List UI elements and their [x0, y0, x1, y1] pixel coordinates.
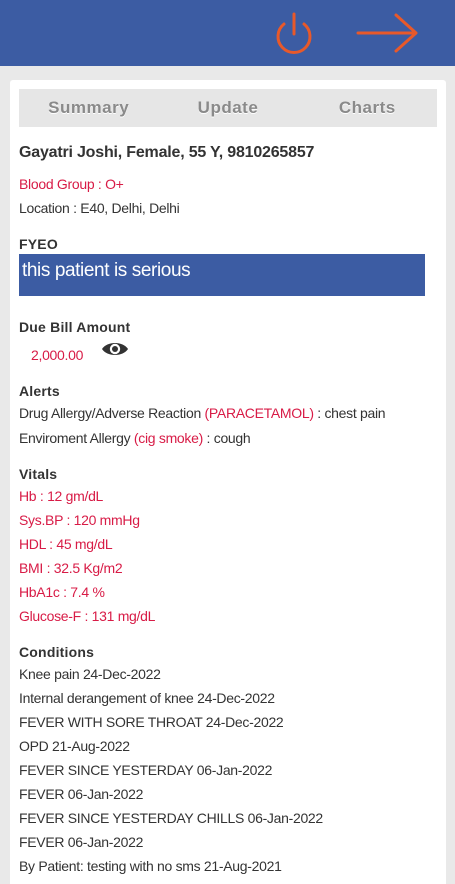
tab-charts[interactable]: Charts: [298, 89, 437, 127]
blood-group: Blood Group : O+: [19, 176, 124, 192]
condition-item: FEVER WITH SORE THROAT 24-Dec-2022: [19, 714, 284, 730]
condition-item: FEVER 06-Jan-2022: [19, 834, 144, 850]
due-bill-amount: 2,000.00: [31, 347, 84, 363]
location: Location : E40, Delhi, Delhi: [19, 200, 180, 216]
condition-item: OPD 21-Aug-2022: [19, 738, 130, 754]
alert-reaction: : cough: [202, 430, 251, 446]
vital-item: BMI : 32.5 Kg/m2: [19, 560, 123, 576]
vital-item: Sys.BP : 120 mmHg: [19, 512, 140, 528]
vital-item: HDL : 45 mg/dL: [19, 536, 113, 552]
power-icon[interactable]: [272, 10, 316, 56]
condition-item: FEVER SINCE YESTERDAY 06-Jan-2022: [19, 762, 273, 778]
fyeo-heading: FYEO: [19, 236, 58, 252]
alert-label: Drug Allergy/Adverse Reaction: [19, 405, 201, 421]
alert-agent: (PARACETAMOL): [204, 405, 314, 421]
due-bill-heading: Due Bill Amount: [19, 319, 131, 335]
patient-name-line: Gayatri Joshi, Female, 55 Y, 9810265857: [19, 144, 315, 161]
vitals-heading: Vitals: [19, 466, 58, 482]
patient-summary-card: Summary Update Charts Gayatri Joshi, Fem…: [10, 80, 446, 884]
condition-item: By Patient: testing with no sms 21-Aug-2…: [19, 858, 282, 874]
alert-agent: (cig smoke): [133, 430, 203, 446]
top-bar: [0, 0, 455, 66]
alert-item: Drug Allergy/Adverse Reaction (PARACETAM…: [19, 405, 386, 421]
arrow-right-icon[interactable]: [355, 12, 419, 54]
conditions-heading: Conditions: [19, 644, 95, 660]
alerts-heading: Alerts: [19, 383, 60, 399]
vital-item: Hb : 12 gm/dL: [19, 488, 104, 504]
condition-item: Knee pain 24-Dec-2022: [19, 666, 161, 682]
alert-reaction: : chest pain: [313, 405, 386, 421]
condition-item: Internal derangement of knee 24-Dec-2022: [19, 690, 275, 706]
tab-summary[interactable]: Summary: [19, 89, 158, 127]
eye-icon[interactable]: [101, 339, 129, 359]
tab-bar: Summary Update Charts: [19, 89, 437, 127]
condition-item: FEVER 06-Jan-2022: [19, 786, 144, 802]
tab-update[interactable]: Update: [158, 89, 297, 127]
vital-item: Glucose-F : 131 mg/dL: [19, 608, 156, 624]
condition-item: FEVER SINCE YESTERDAY CHILLS 06-Jan-2022: [19, 810, 323, 826]
fyeo-note: this patient is serious: [19, 254, 425, 296]
alert-label: Enviroment Allergy: [19, 430, 131, 446]
vital-item: HbA1c : 7.4 %: [19, 584, 105, 600]
alert-item: Enviroment Allergy (cig smoke) : cough: [19, 430, 251, 446]
